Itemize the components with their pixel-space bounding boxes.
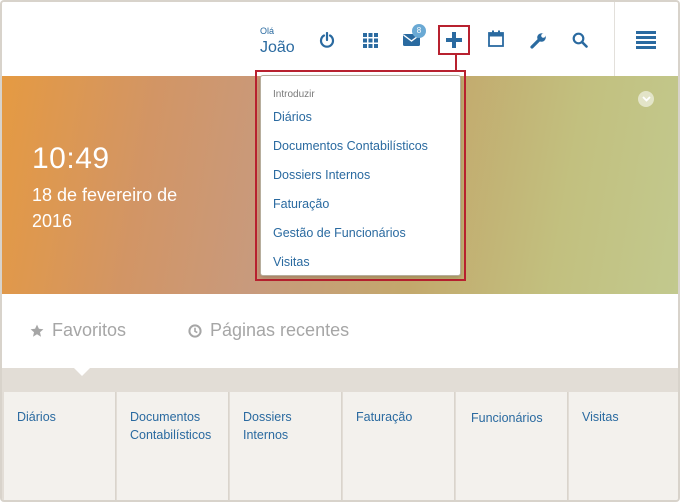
calendar-icon[interactable] — [484, 26, 508, 50]
user-greeting[interactable]: Olá João — [260, 26, 295, 57]
add-new-dropdown: Introduzir Diários Documentos Contabilís… — [260, 75, 461, 276]
tile-diarios[interactable]: Diários — [4, 392, 116, 500]
dropdown-heading: Introduzir — [273, 89, 315, 100]
tile-visitas[interactable]: Visitas — [569, 392, 678, 500]
tile-label: Diários — [17, 410, 56, 424]
dropdown-item-diarios[interactable]: Diários — [273, 110, 312, 124]
plus-icon[interactable] — [442, 28, 466, 52]
highlight-connector — [455, 55, 457, 70]
topbar-divider — [614, 2, 615, 76]
star-icon — [30, 324, 44, 338]
clock-icon — [188, 323, 202, 338]
wrench-icon[interactable] — [526, 28, 550, 52]
chevron-down-icon[interactable] — [638, 91, 654, 107]
dropdown-item-documentos-contabilisticos[interactable]: Documentos Contabilísticos — [273, 139, 428, 153]
tile-faturacao[interactable]: Faturação — [343, 392, 455, 500]
greeting-label: Olá — [260, 26, 275, 36]
user-name: João — [260, 39, 295, 56]
mail-badge: 8 — [412, 24, 426, 38]
active-tab-pointer — [72, 366, 92, 376]
tile-funcionarios[interactable]: Funcionários — [456, 392, 568, 500]
menu-icon[interactable] — [634, 28, 658, 52]
dropdown-item-faturacao[interactable]: Faturação — [273, 197, 329, 211]
tab-paginas-recentes[interactable]: Páginas recentes — [188, 320, 349, 341]
app-frame: Olá João 8 10:49 18 de fevereiro de 2016… — [0, 0, 680, 502]
current-date: 18 de fevereiro de 2016 — [32, 185, 178, 231]
dropdown-item-gestao-de-funcionarios[interactable]: Gestão de Funcionários — [273, 226, 406, 240]
tile-label: Funcionários — [471, 411, 543, 425]
tile-label: Visitas — [582, 410, 619, 424]
power-icon[interactable] — [315, 28, 339, 52]
tile-documentos-contabilisticos[interactable]: Documentos Contabilísticos — [117, 392, 229, 500]
dropdown-item-dossiers-internos[interactable]: Dossiers Internos — [273, 168, 370, 182]
dropdown-item-visitas[interactable]: Visitas — [273, 255, 310, 269]
top-bar: Olá João 8 — [2, 2, 678, 76]
tabs-bar: Favoritos Páginas recentes — [2, 294, 678, 368]
search-icon[interactable] — [568, 28, 592, 52]
mail-icon[interactable]: 8 — [400, 24, 426, 52]
tile-dossiers-internos[interactable]: Dossiers Internos — [230, 392, 342, 500]
tab-label: Favoritos — [52, 320, 127, 340]
apps-grid-icon[interactable] — [358, 28, 382, 52]
tab-favoritos[interactable]: Favoritos — [30, 320, 126, 341]
tile-label: Faturação — [356, 410, 413, 424]
current-time: 10:49 — [32, 142, 110, 175]
tile-label: Dossiers Internos — [243, 410, 292, 442]
tab-label: Páginas recentes — [210, 320, 350, 340]
tile-label: Documentos Contabilísticos — [130, 410, 212, 442]
